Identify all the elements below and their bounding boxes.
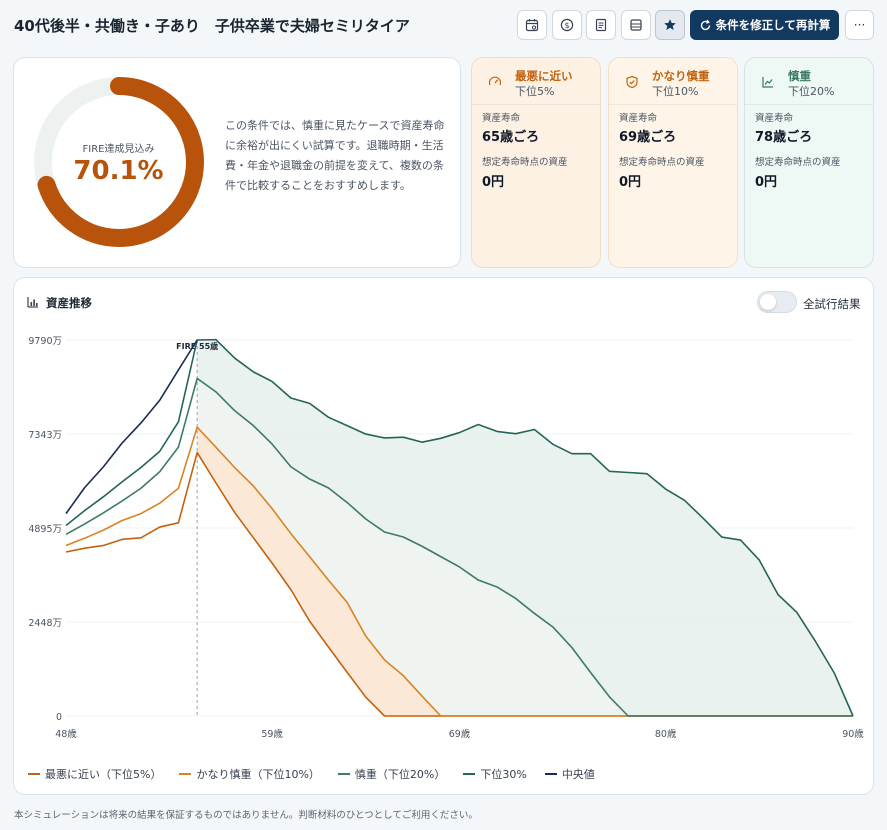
legend-swatch: [463, 773, 476, 775]
legend-label: 最悪に近い（下位5%）: [45, 768, 162, 781]
x-tick-label: 90歳: [842, 728, 864, 740]
legend-label: 慎重（下位20%）: [354, 768, 446, 781]
legend-item: 中央値: [544, 766, 595, 782]
legend-swatch: [544, 773, 557, 775]
x-tick-label: 48歳: [55, 728, 77, 740]
x-tick-label: 69歳: [449, 728, 471, 740]
legend-item: 最悪に近い（下位5%）: [28, 766, 161, 782]
legend-label: 中央値: [561, 768, 595, 781]
asset-trend-chart: 02448万4895万7343万9790万48歳 59歳 69歳 80歳 90歳FIRE…: [28, 336, 864, 740]
legend-swatch: [28, 773, 40, 775]
y-tick-label: 4895万: [28, 524, 62, 535]
legend-item: かなり慎重（下位10%）: [179, 766, 320, 782]
y-tick-label: 7343万: [28, 430, 62, 441]
legend-swatch: [337, 773, 350, 775]
legend-item: 慎重（下位20%）: [337, 766, 446, 782]
x-tick-label: 80歳: [655, 728, 677, 740]
legend-label: 下位30%: [480, 768, 527, 781]
chart-legend: 最悪に近い（下位5%） かなり慎重（下位10%） 慎重（下位20%） 下位30% 中央値: [28, 766, 613, 782]
y-tick-label: 9790万: [28, 336, 62, 347]
x-tick-label: 59歳: [261, 728, 283, 740]
y-tick-label: 2448万: [28, 618, 62, 629]
legend-label: かなり慎重（下位10%）: [196, 768, 320, 781]
legend-item: 下位30%: [463, 766, 527, 782]
legend-swatch: [179, 773, 192, 775]
disclaimer: 本シミュレーションは将来の結果を保証するものではありません。判断材料のひとつとし…: [14, 810, 478, 821]
y-tick-label: 0: [56, 712, 62, 723]
